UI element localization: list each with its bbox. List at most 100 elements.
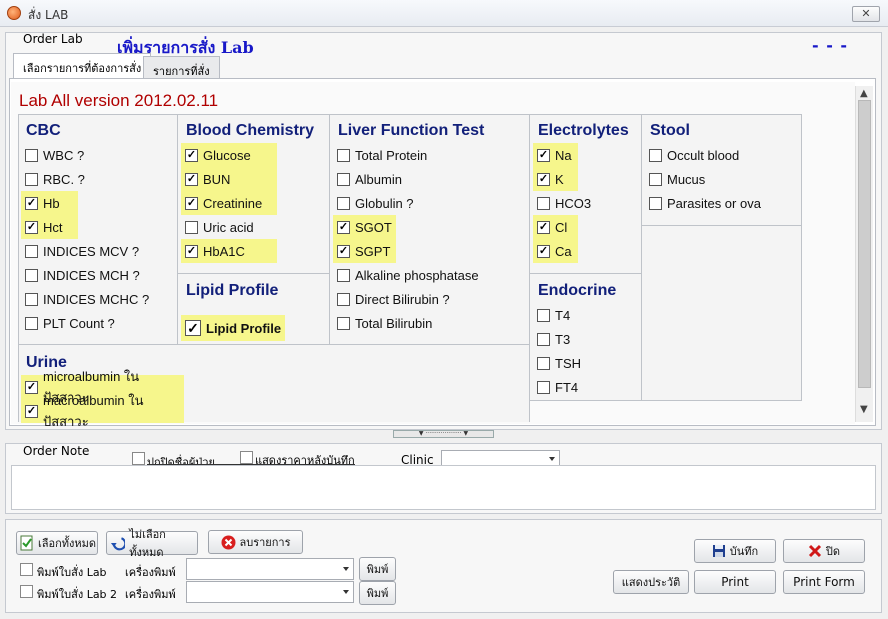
checkbox[interactable] xyxy=(337,196,350,210)
checkbox-checked[interactable] xyxy=(337,244,350,258)
checkbox[interactable] xyxy=(25,268,38,282)
lab-item[interactable]: SGOT xyxy=(333,215,396,239)
title-bar: สั่ง LAB ✕ xyxy=(0,0,888,27)
lab-item[interactable]: Hct xyxy=(21,215,78,239)
checkbox[interactable] xyxy=(25,172,38,186)
checkbox-checked[interactable] xyxy=(185,320,201,336)
lab-item-label: Total Protein xyxy=(355,147,428,163)
checkbox-checked[interactable] xyxy=(185,172,198,186)
checkbox[interactable] xyxy=(537,356,550,370)
lab-item[interactable]: Occult blood xyxy=(645,143,761,167)
lab-item[interactable]: RBC. ? xyxy=(21,167,149,191)
checkbox-checked[interactable] xyxy=(25,404,38,418)
checkbox-checked[interactable] xyxy=(185,196,198,210)
print-button[interactable]: Print xyxy=(694,570,776,594)
lab-item[interactable]: T3 xyxy=(533,327,581,351)
select-all-button[interactable]: เลือกทั้งหมด xyxy=(16,531,98,555)
lab-item[interactable]: Albumin xyxy=(333,167,479,191)
lab-item[interactable]: Total Bilirubin xyxy=(333,311,479,335)
print-lab2-button[interactable]: พิมพ์ xyxy=(359,581,396,605)
lab-item[interactable]: WBC ? xyxy=(21,143,149,167)
lab-item[interactable]: FT4 xyxy=(533,375,581,399)
checkbox-checked[interactable] xyxy=(25,220,38,234)
lab-item[interactable]: Hb xyxy=(21,191,78,215)
scroll-up-icon[interactable]: ▲ xyxy=(860,88,868,99)
lab-item[interactable]: T4 xyxy=(533,303,581,327)
lab-item[interactable]: Parasites or ova xyxy=(645,191,761,215)
lab-item[interactable]: macroalbumin ในปัสสาวะ xyxy=(21,393,184,429)
lab-item[interactable]: Na xyxy=(533,143,578,167)
lab-item[interactable]: PLT Count ? xyxy=(21,311,149,335)
lab-item[interactable]: HCO3 xyxy=(533,191,591,215)
checkbox-checked[interactable] xyxy=(537,220,550,234)
checkbox[interactable] xyxy=(649,172,662,186)
lab-item[interactable]: Alkaline phosphatase xyxy=(333,263,479,287)
checkbox[interactable] xyxy=(25,316,38,330)
checkbox[interactable] xyxy=(185,220,198,234)
checkbox-checked[interactable] xyxy=(25,196,38,210)
lab-item[interactable]: Mucus xyxy=(645,167,761,191)
print-lab-button[interactable]: พิมพ์ xyxy=(359,557,396,581)
lab-item[interactable]: INDICES MCHC ? xyxy=(21,287,149,311)
checkbox[interactable] xyxy=(25,244,38,258)
checkbox-checked[interactable] xyxy=(537,172,550,186)
checkbox[interactable] xyxy=(537,196,550,210)
lab-item[interactable]: INDICES MCH ? xyxy=(21,263,149,287)
hide-name-checkbox[interactable] xyxy=(132,452,145,465)
checkbox-checked[interactable] xyxy=(25,380,38,394)
lab-item[interactable]: Lipid Profile xyxy=(181,315,285,341)
delete-item-button[interactable]: ลบรายการ xyxy=(208,530,303,554)
print-lab2-label: พิมพ์ใบสั่ง Lab 2 xyxy=(37,588,118,601)
checkbox[interactable] xyxy=(537,380,550,394)
lab-item[interactable]: Globulin ? xyxy=(333,191,479,215)
cbc-list: WBC ? RBC. ? Hb Hct INDICES MCV ? INDICES MCH… xyxy=(21,143,149,335)
checkbox-checked[interactable] xyxy=(337,220,350,234)
print-lab2-checkbox[interactable] xyxy=(20,585,33,598)
checkbox[interactable] xyxy=(649,148,662,162)
lab-item[interactable]: Glucose xyxy=(181,143,277,167)
checkbox[interactable] xyxy=(537,308,550,322)
lab-item[interactable]: Uric acid xyxy=(181,215,277,239)
lab-item[interactable]: SGPT xyxy=(333,239,396,263)
printer-select-2[interactable] xyxy=(186,581,354,603)
checkbox[interactable] xyxy=(537,332,550,346)
order-note-textarea[interactable] xyxy=(11,465,876,510)
lab-item[interactable]: HbA1C xyxy=(181,239,277,263)
lab-item[interactable]: BUN xyxy=(181,167,277,191)
printer-select[interactable] xyxy=(186,558,354,580)
vertical-scrollbar[interactable]: ▲ ▼ xyxy=(855,86,873,422)
checkbox[interactable] xyxy=(649,196,662,210)
checkbox-checked[interactable] xyxy=(185,148,198,162)
print-lab-checkbox[interactable] xyxy=(20,563,33,576)
lab-item[interactable]: K xyxy=(533,167,578,191)
checkbox-checked[interactable] xyxy=(185,244,198,258)
checkbox[interactable] xyxy=(337,148,350,162)
lab-item[interactable]: Direct Bilirubin ? xyxy=(333,287,479,311)
lab-item[interactable]: Cl xyxy=(533,215,578,239)
lab-item[interactable]: TSH xyxy=(533,351,581,375)
lab-item[interactable]: Creatinine xyxy=(181,191,277,215)
lab-item[interactable]: Ca xyxy=(533,239,578,263)
checkbox[interactable] xyxy=(337,268,350,282)
close-button[interactable]: ปิด xyxy=(783,539,865,563)
checkbox-checked[interactable] xyxy=(537,148,550,162)
tab-ordered-items[interactable]: รายการที่สั่ง xyxy=(143,56,220,80)
checkbox[interactable] xyxy=(337,316,350,330)
history-button[interactable]: แสดงประวัติ xyxy=(613,570,689,594)
print-form-button[interactable]: Print Form xyxy=(783,570,865,594)
checkbox[interactable] xyxy=(337,292,350,306)
scroll-down-icon[interactable]: ▼ xyxy=(860,404,868,415)
window-close-button[interactable]: ✕ xyxy=(852,6,880,22)
scrollbar-thumb[interactable] xyxy=(858,100,871,388)
checkbox-checked[interactable] xyxy=(537,244,550,258)
lab-item[interactable]: Total Protein xyxy=(333,143,479,167)
splitter-handle[interactable]: ▼ ··················· ▼ xyxy=(393,430,494,438)
checkbox[interactable] xyxy=(25,148,38,162)
checkbox[interactable] xyxy=(337,172,350,186)
tab-select-items[interactable]: เลือกรายการที่ต้องการสั่ง xyxy=(13,53,152,79)
deselect-all-button[interactable]: ไม่เลือกทั้งหมด xyxy=(106,528,198,559)
checkbox[interactable] xyxy=(25,292,38,306)
save-button[interactable]: บันทึก xyxy=(694,539,776,563)
lab-item[interactable]: INDICES MCV ? xyxy=(21,239,149,263)
show-price-checkbox[interactable] xyxy=(240,451,253,464)
